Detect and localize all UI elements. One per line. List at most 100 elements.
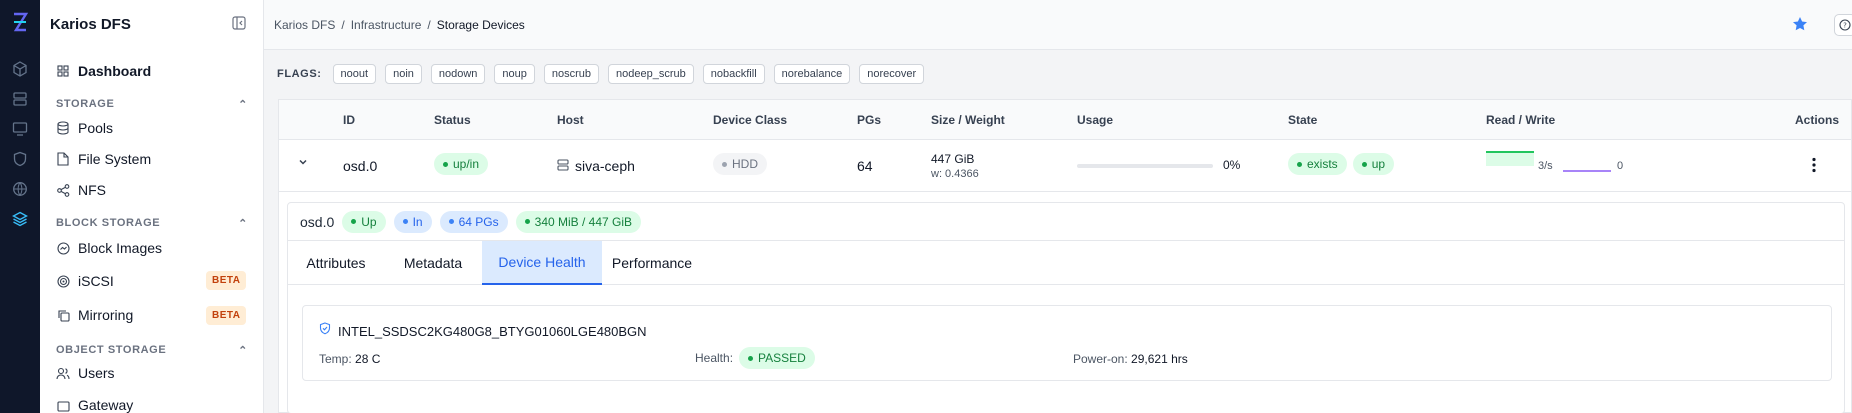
flag-chip[interactable]: norecover — [859, 64, 925, 84]
app-window: Karios DFS Dashboard STORAGE ⌃ Pools File… — [0, 0, 1852, 413]
shield-icon[interactable] — [10, 149, 30, 169]
sidebar-item-nfs[interactable]: NFS — [56, 182, 106, 198]
column-header-size[interactable]: Size / Weight — [931, 113, 1005, 127]
state-badge: up — [1352, 153, 1395, 175]
monitor-icon[interactable] — [10, 119, 30, 139]
expand-chevron-icon[interactable] — [297, 156, 309, 171]
power-on-field: Power-on: 29,621 hrs — [1073, 352, 1188, 366]
tab-metadata[interactable]: Metadata — [384, 241, 482, 285]
flag-chip[interactable]: noout — [332, 64, 377, 84]
database-icon — [56, 121, 70, 135]
sidebar-item-label: File System — [78, 151, 152, 167]
column-header-status[interactable]: Status — [434, 113, 471, 127]
collapse-sidebar-icon[interactable] — [232, 16, 248, 32]
sidebar-item-label: iSCSI — [78, 273, 114, 289]
flag-chip[interactable]: norebalance — [773, 64, 851, 84]
file-icon — [56, 152, 70, 166]
layers-icon[interactable] — [10, 209, 30, 229]
status-badge: up/in — [434, 153, 489, 175]
detail-badge-pgs: 64 PGs — [439, 210, 508, 233]
temp-field: Temp: 28 C — [319, 352, 381, 366]
column-header-actions: Actions — [1795, 113, 1840, 127]
health-field: Health: PASSED — [695, 347, 815, 369]
star-icon[interactable] — [1792, 16, 1810, 34]
app-title: Karios DFS — [50, 16, 131, 33]
flag-chip[interactable]: nodown — [430, 64, 486, 84]
table-row[interactable]: osd.0 up/in siva-ceph HDD 64 447 GiB w: … — [279, 140, 1851, 192]
sidebar-item-users[interactable]: Users — [56, 365, 115, 381]
osd-id[interactable]: osd.0 — [343, 158, 377, 174]
sidebar-item-gateway[interactable]: Gateway — [56, 397, 133, 413]
gateway-icon — [56, 398, 70, 412]
health-badge: PASSED — [739, 347, 815, 369]
flag-chip[interactable]: nobackfill — [702, 64, 765, 84]
state-badges: exists up — [1288, 153, 1395, 175]
chevron-up-icon: ⌃ — [238, 218, 248, 230]
sidebar-item-mirroring[interactable]: Mirroring — [56, 307, 133, 323]
target-icon — [56, 274, 70, 288]
icon-rail — [0, 0, 40, 413]
sidebar-item-block-images[interactable]: Block Images — [56, 240, 162, 256]
help-icon[interactable]: ? — [1834, 14, 1852, 36]
flag-chip[interactable]: noscrub — [543, 64, 600, 84]
column-header-usage[interactable]: Usage — [1077, 113, 1113, 127]
breadcrumb-item[interactable]: Karios DFS — [274, 18, 335, 32]
host-name: siva-ceph — [575, 158, 635, 174]
flag-chip[interactable]: nodeep_scrub — [608, 64, 694, 84]
shield-check-icon — [319, 322, 331, 340]
breadcrumb: Karios DFS / Infrastructure / Storage Devi… — [274, 18, 525, 32]
section-label: OBJECT STORAGE — [56, 344, 167, 356]
column-header-read-write[interactable]: Read / Write — [1486, 113, 1555, 127]
tab-attributes[interactable]: Attributes — [288, 241, 384, 285]
sidebar-item-label: Mirroring — [78, 307, 134, 323]
dashboard-icon — [56, 64, 70, 78]
detail-tabs: Attributes Metadata Device Health Perfor… — [288, 241, 1844, 285]
sidebar-item-label: Gateway — [78, 397, 134, 413]
breadcrumb-item[interactable]: Infrastructure — [351, 18, 422, 32]
chevron-up-icon: ⌃ — [238, 99, 248, 111]
flag-chip[interactable]: noup — [494, 64, 535, 84]
tab-performance[interactable]: Performance — [602, 241, 702, 285]
section-label: BLOCK STORAGE — [56, 217, 161, 229]
pgs-value: 64 — [857, 158, 873, 174]
column-header-pgs[interactable]: PGs — [857, 113, 881, 127]
tab-device-health[interactable]: Device Health — [482, 241, 602, 285]
disk-icon — [56, 241, 70, 255]
server-icon[interactable] — [10, 89, 30, 109]
sidebar: Karios DFS Dashboard STORAGE ⌃ Pools File… — [40, 0, 264, 413]
usage-bar — [1077, 164, 1213, 168]
sidebar-item-iscsi[interactable]: iSCSI — [56, 273, 114, 289]
sidebar-item-label: NFS — [78, 182, 106, 198]
sidebar-item-label: Dashboard — [78, 63, 152, 79]
section-block-storage[interactable]: BLOCK STORAGE ⌃ — [56, 217, 248, 230]
column-header-device-class[interactable]: Device Class — [713, 113, 787, 127]
column-header-id[interactable]: ID — [343, 113, 355, 127]
sidebar-item-label: Block Images — [78, 240, 163, 256]
share-icon — [56, 183, 70, 197]
size-value: 447 GiB — [931, 152, 975, 166]
device-model: INTEL_SSDSC2KG480G8_BTYG01060LGE480BGN — [338, 323, 647, 339]
top-bar: Karios DFS / Infrastructure / Storage Devi… — [264, 0, 1852, 50]
beta-badge: BETA — [206, 306, 247, 325]
sidebar-item-filesystem[interactable]: File System — [56, 151, 151, 167]
more-actions-icon[interactable] — [1811, 157, 1817, 176]
users-icon — [56, 366, 70, 380]
device-title: INTEL_SSDSC2KG480G8_BTYG01060LGE480BGN — [319, 322, 647, 340]
sidebar-item-label: Users — [78, 365, 115, 381]
cube-icon[interactable] — [10, 59, 30, 79]
svg-text:?: ? — [1843, 22, 1847, 30]
read-rate: 3/s — [1538, 160, 1553, 172]
app-logo-icon[interactable] — [10, 12, 30, 32]
sidebar-item-pools[interactable]: Pools — [56, 120, 113, 136]
detail-badge-up: Up — [342, 210, 386, 233]
column-header-host[interactable]: Host — [557, 113, 584, 127]
server-icon — [557, 158, 569, 174]
globe-icon[interactable] — [10, 179, 30, 199]
column-header-state[interactable]: State — [1288, 113, 1317, 127]
section-storage[interactable]: STORAGE ⌃ — [56, 98, 248, 111]
section-object-storage[interactable]: OBJECT STORAGE ⌃ — [56, 344, 248, 357]
sidebar-item-dashboard[interactable]: Dashboard — [56, 63, 151, 79]
section-label: STORAGE — [56, 98, 115, 110]
flag-chip[interactable]: noin — [385, 64, 422, 84]
table-header: ID Status Host Device Class PGs Size / W… — [279, 100, 1851, 140]
